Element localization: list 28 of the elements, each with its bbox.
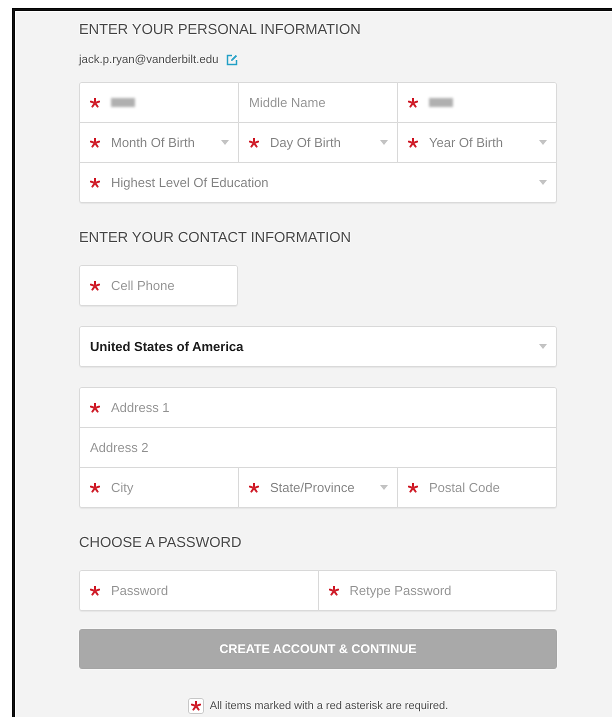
input-field[interactable]: Postal Code — [429, 480, 547, 495]
caret-icon — [539, 180, 547, 185]
caret-icon — [380, 140, 388, 145]
edit-icon[interactable] — [226, 54, 238, 66]
input-field[interactable]: Cell Phone — [79, 265, 238, 306]
dropdown[interactable]: United States of America — [80, 327, 556, 366]
input-field[interactable]: Address 1 — [111, 400, 547, 415]
caret-icon — [380, 485, 388, 490]
password-field[interactable]: Password — [111, 583, 308, 598]
input-field[interactable] — [80, 83, 238, 122]
input-field[interactable]: Address 2 — [90, 440, 547, 455]
input-field[interactable]: Cell Phone — [111, 278, 228, 293]
caret-icon — [221, 140, 229, 145]
dropdown[interactable]: Highest Level Of Education — [80, 163, 556, 202]
password-field[interactable]: Retype Password — [350, 583, 547, 598]
section-heading: CHOOSE A PASSWORD — [79, 534, 242, 552]
input-field[interactable]: City — [111, 480, 229, 495]
asterisk-icon — [188, 698, 204, 714]
redacted-text — [111, 98, 135, 107]
input-field[interactable] — [398, 83, 556, 122]
section-heading: ENTER YOUR CONTACT INFORMATION — [79, 229, 352, 247]
caret-icon — [539, 344, 547, 349]
required-note: All items marked with a red asterisk are required. — [210, 700, 448, 712]
input-field[interactable]: Middle Name — [249, 95, 388, 110]
caret-icon — [539, 140, 547, 145]
section-heading: ENTER YOUR PERSONAL INFORMATION — [79, 21, 362, 39]
redacted-text — [429, 98, 453, 107]
email-text: jack.p.ryan@vanderbilt.edu — [79, 54, 219, 66]
